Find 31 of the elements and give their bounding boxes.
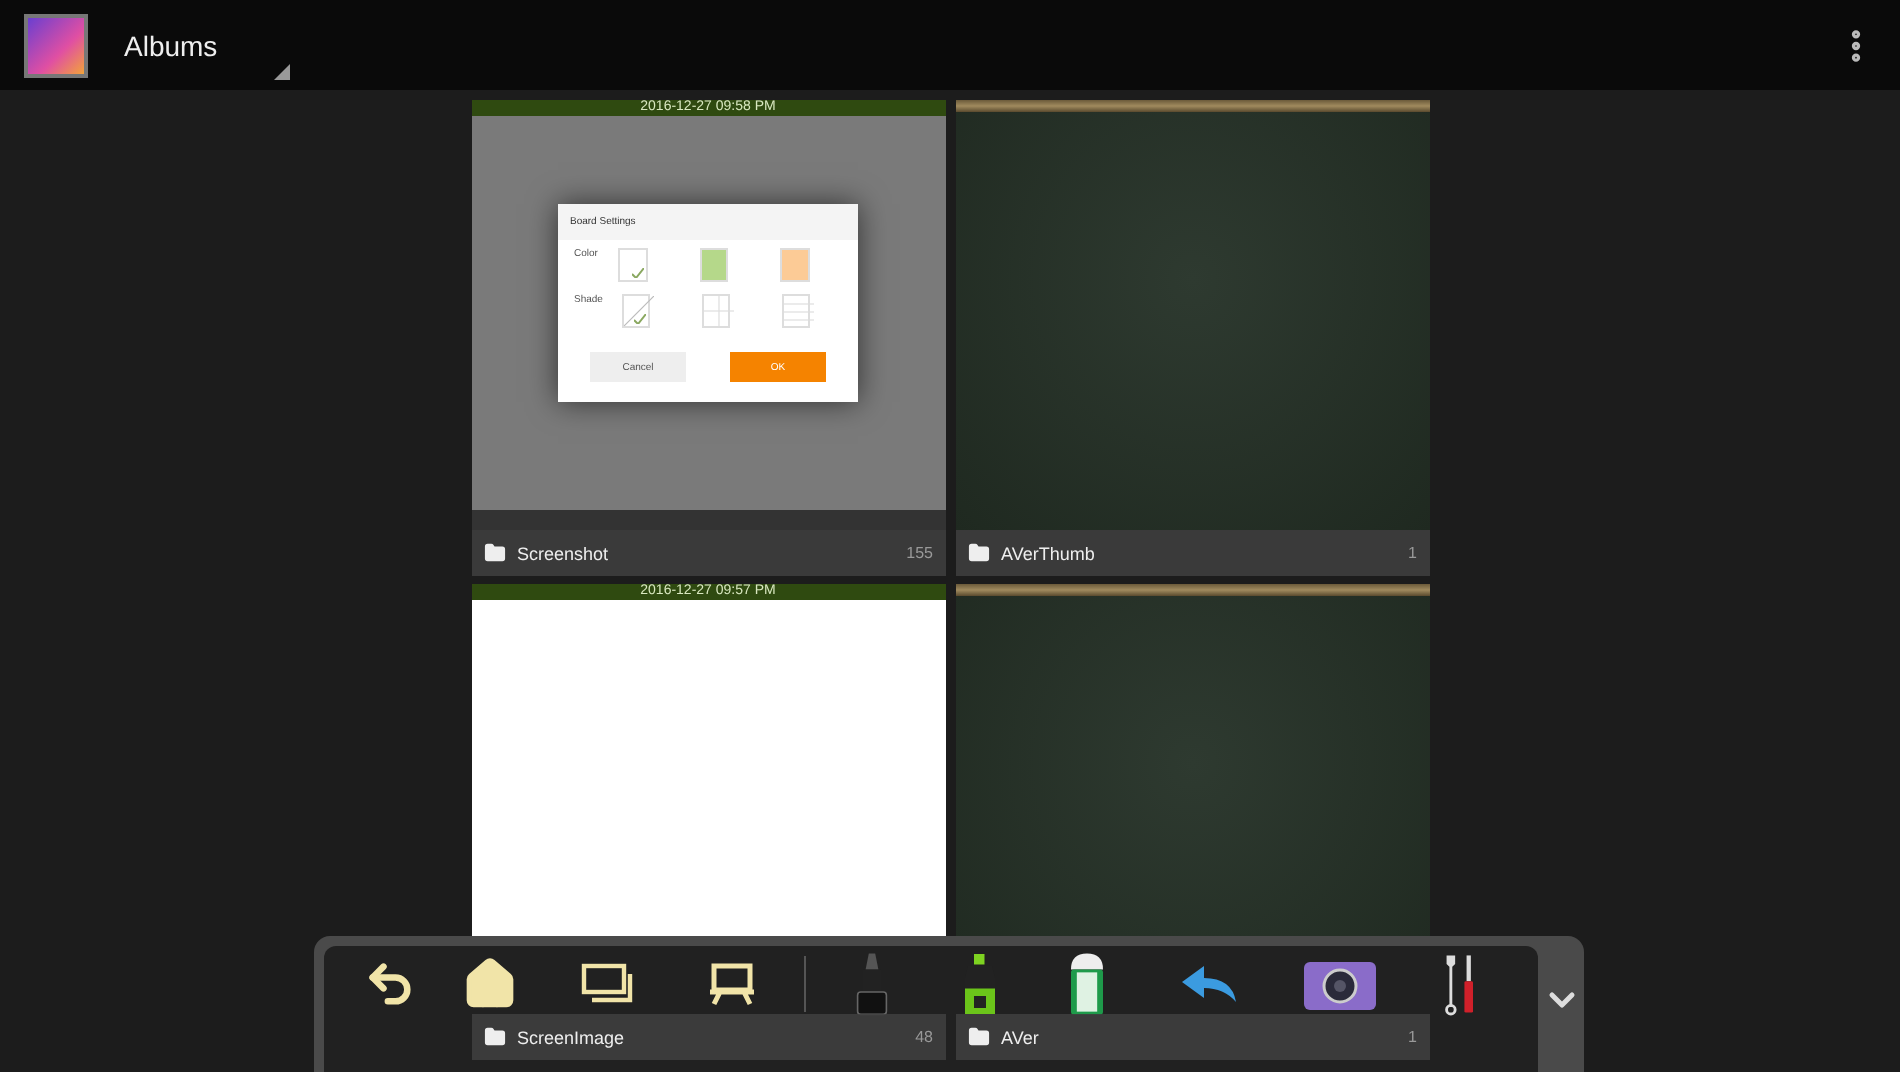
album-label-bar[interactable]: AVerThumb 1	[955, 530, 1429, 576]
folder-icon	[483, 542, 505, 564]
folder-icon	[483, 1026, 505, 1048]
easel-icon[interactable]	[707, 962, 756, 1006]
check-icon	[631, 268, 644, 278]
album-label-bar[interactable]: Screenshot 155	[471, 530, 945, 576]
folder-icon	[967, 542, 989, 564]
windows-icon[interactable]	[580, 962, 637, 1006]
camera-icon[interactable]	[1301, 956, 1378, 1012]
albums-title[interactable]: Albums	[124, 29, 218, 61]
album-name: ScreenImage	[517, 1027, 625, 1047]
folder-icon	[967, 1026, 989, 1048]
gallery-icon[interactable]	[24, 13, 88, 77]
undo-arrow-icon[interactable]	[1180, 962, 1241, 1006]
album-label-bar[interactable]: AVer 1	[955, 1014, 1429, 1060]
album-count: 1	[1408, 544, 1417, 562]
album-count: 1	[1408, 1028, 1417, 1046]
album-name: Screenshot	[517, 543, 609, 563]
album-count: 48	[915, 1028, 933, 1046]
return-icon[interactable]	[363, 958, 416, 1010]
album-name: AVer	[1001, 1027, 1039, 1047]
dropdown-caret-icon[interactable]	[274, 64, 290, 80]
chalkboard-thumbnail[interactable]	[955, 100, 1429, 530]
home-icon[interactable]	[462, 956, 519, 1012]
album-count: 155	[906, 544, 933, 562]
eraser-icon[interactable]	[1068, 952, 1107, 1016]
highlighter-icon[interactable]	[961, 952, 998, 1016]
album-name: AVerThumb	[1001, 543, 1095, 563]
marker-icon[interactable]	[854, 952, 891, 1016]
album-label-bar[interactable]: ScreenImage 48	[471, 1014, 945, 1060]
check-icon	[634, 314, 646, 324]
